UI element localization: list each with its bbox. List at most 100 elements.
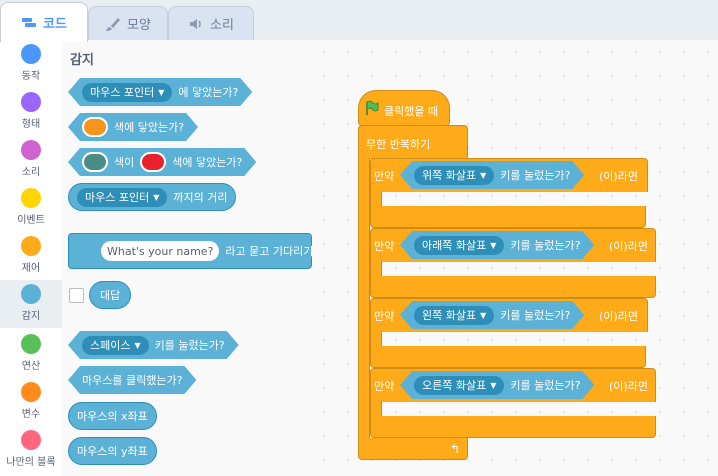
color-swatch[interactable] — [140, 152, 166, 172]
key-dropdown[interactable]: 스페이스 ▼ — [82, 336, 149, 355]
forever-arm — [358, 158, 370, 440]
chevron-down-icon: ▼ — [480, 170, 487, 180]
touching-block[interactable]: 마우스 포인터 ▼ 에 닿았는가? — [68, 78, 252, 106]
category-variables[interactable]: 변수 — [0, 378, 62, 426]
tab-sounds-label: 소리 — [210, 18, 234, 33]
key-dropdown-left[interactable]: 왼쪽 화살표 ▼ — [414, 306, 494, 325]
category-label: 변수 — [21, 409, 41, 420]
block-text: 대답 — [100, 289, 121, 302]
loop-arrow-icon: ↰ — [450, 442, 461, 456]
key-value: 오른쪽 화살표 — [422, 379, 487, 392]
if-label: 만약 — [374, 310, 395, 323]
category-sound[interactable]: 소리 — [0, 136, 62, 184]
ask-text-input[interactable]: What's your name? — [101, 241, 220, 261]
color-touching-color-block[interactable]: 색이 색에 닿았는가? — [68, 148, 256, 176]
category-label: 이벤트 — [17, 215, 45, 226]
chevron-down-icon: ▼ — [490, 380, 497, 390]
touching-dropdown[interactable]: 마우스 포인터 ▼ — [82, 83, 172, 102]
ask-and-wait-block[interactable]: What's your name? 라고 묻고 기다리기 — [68, 233, 312, 269]
if-bottom — [370, 276, 656, 298]
block-text: 키를 눌렀는가? — [154, 339, 225, 352]
code-icon — [22, 17, 37, 27]
sound-color-dot — [21, 140, 41, 160]
operators-color-dot — [21, 334, 41, 354]
if-suffix-label: (이)라면 — [599, 310, 638, 323]
control-color-dot — [21, 236, 41, 256]
chevron-down-icon: ▼ — [490, 240, 497, 250]
block-text: 까지의 거리 — [173, 191, 228, 204]
block-text: 마우스의 x좌표 — [77, 410, 148, 423]
block-text: 에 닿았는가? — [178, 86, 239, 99]
if-suffix-label: (이)라면 — [609, 380, 648, 393]
chevron-down-icon: ▼ — [153, 192, 160, 202]
tab-costumes[interactable]: 모양 — [88, 6, 168, 40]
key-dropdown-down[interactable]: 아래쪽 화살표 ▼ — [414, 236, 504, 255]
chevron-down-icon: ▼ — [158, 87, 165, 97]
chevron-down-icon: ▼ — [134, 340, 141, 350]
key-value: 왼쪽 화살표 — [422, 309, 477, 322]
touching-color-block[interactable]: 색에 닿았는가? — [68, 113, 198, 141]
green-flag-icon — [366, 100, 379, 115]
distance-dropdown[interactable]: 마우스 포인터 ▼ — [77, 187, 168, 207]
key-value: 아래쪽 화살표 — [422, 239, 487, 252]
mouse-down-block[interactable]: 마우스를 클릭했는가? — [68, 366, 196, 394]
my-blocks-color-dot — [21, 430, 41, 450]
key-pressed-condition[interactable]: 위쪽 화살표 ▼ 키를 눌렀는가? — [400, 161, 584, 189]
key-pressed-condition[interactable]: 아래쪽 화살표 ▼ 키를 눌렀는가? — [400, 231, 594, 259]
if-suffix-label: (이)라면 — [609, 240, 648, 253]
motion-color-dot — [21, 44, 41, 64]
key-pressed-block[interactable]: 스페이스 ▼ 키를 눌렀는가? — [68, 331, 239, 359]
key-pressed-condition[interactable]: 왼쪽 화살표 ▼ 키를 눌렀는가? — [400, 301, 584, 329]
if-bottom — [370, 416, 656, 438]
if-label: 만약 — [374, 240, 395, 253]
forever-label: 무한 반복하기 — [366, 138, 431, 151]
distance-to-block[interactable]: 마우스 포인터 ▼ 까지의 거리 — [68, 183, 237, 211]
key-dropdown-right[interactable]: 오른쪽 화살표 ▼ — [414, 376, 504, 395]
key-dropdown-up[interactable]: 위쪽 화살표 ▼ — [414, 166, 494, 185]
block-text: 색에 닿았는가? — [172, 156, 243, 169]
speaker-icon — [190, 18, 201, 29]
color-swatch[interactable] — [82, 152, 108, 172]
category-sensing[interactable]: 감지 — [0, 280, 62, 328]
block-text: 마우스를 클릭했는가? — [82, 374, 183, 387]
category-label: 형태 — [21, 119, 41, 130]
category-menu: 동작 형태 소리 이벤트 제어 감지 연산 변수 나만의 블록 — [0, 40, 63, 476]
block-palette: 감지 마우스 포인터 ▼ 에 닿았는가? 색에 닿았는가? 색이 색에 닿았는가?… — [62, 40, 313, 476]
key-value: 위쪽 화살표 — [422, 169, 477, 182]
category-my-blocks[interactable]: 나만의 블록 — [0, 426, 62, 474]
category-events[interactable]: 이벤트 — [0, 184, 62, 232]
tab-costumes-label: 모양 — [127, 18, 151, 33]
sensing-color-dot — [21, 284, 41, 304]
condition-text: 키를 눌렀는가? — [500, 169, 571, 182]
tab-code[interactable]: 코드 — [0, 2, 88, 42]
mouse-y-block[interactable]: 마우스의 y좌표 — [68, 437, 157, 465]
condition-text: 키를 눌렀는가? — [510, 239, 581, 252]
answer-checkbox[interactable] — [69, 288, 84, 303]
condition-text: 키를 눌렀는가? — [510, 379, 581, 392]
category-control[interactable]: 제어 — [0, 232, 62, 280]
if-suffix-label: (이)라면 — [599, 170, 638, 183]
key-pressed-condition[interactable]: 오른쪽 화살표 ▼ 키를 눌렀는가? — [400, 371, 594, 399]
condition-text: 키를 눌렀는가? — [500, 309, 571, 322]
editor-tabs: 코드 모양 소리 — [0, 0, 718, 42]
category-looks[interactable]: 형태 — [0, 88, 62, 136]
variables-color-dot — [21, 382, 41, 402]
category-label: 소리 — [21, 167, 41, 178]
category-operators[interactable]: 연산 — [0, 330, 62, 378]
script-area[interactable]: 클릭했을 때 무한 반복하기 ↰ 만약 위쪽 화살표 ▼ 키를 눌렀는가? (이)… — [312, 40, 718, 476]
if-bottom — [370, 346, 646, 368]
hat-label: 클릭했을 때 — [384, 105, 439, 118]
mouse-x-block[interactable]: 마우스의 x좌표 — [68, 402, 157, 430]
block-text: 마우스의 y좌표 — [77, 445, 148, 458]
if-label: 만약 — [374, 170, 395, 183]
category-label: 제어 — [21, 263, 41, 274]
palette-section-title: 감지 — [70, 53, 94, 68]
chevron-down-icon: ▼ — [480, 310, 487, 320]
category-motion[interactable]: 동작 — [0, 40, 62, 88]
tab-code-label: 코드 — [43, 17, 67, 32]
tab-sounds[interactable]: 소리 — [168, 6, 254, 40]
if-label: 만약 — [374, 380, 395, 393]
category-label: 나만의 블록 — [6, 457, 56, 468]
answer-block[interactable]: 대답 — [89, 281, 132, 309]
color-swatch[interactable] — [82, 117, 108, 137]
